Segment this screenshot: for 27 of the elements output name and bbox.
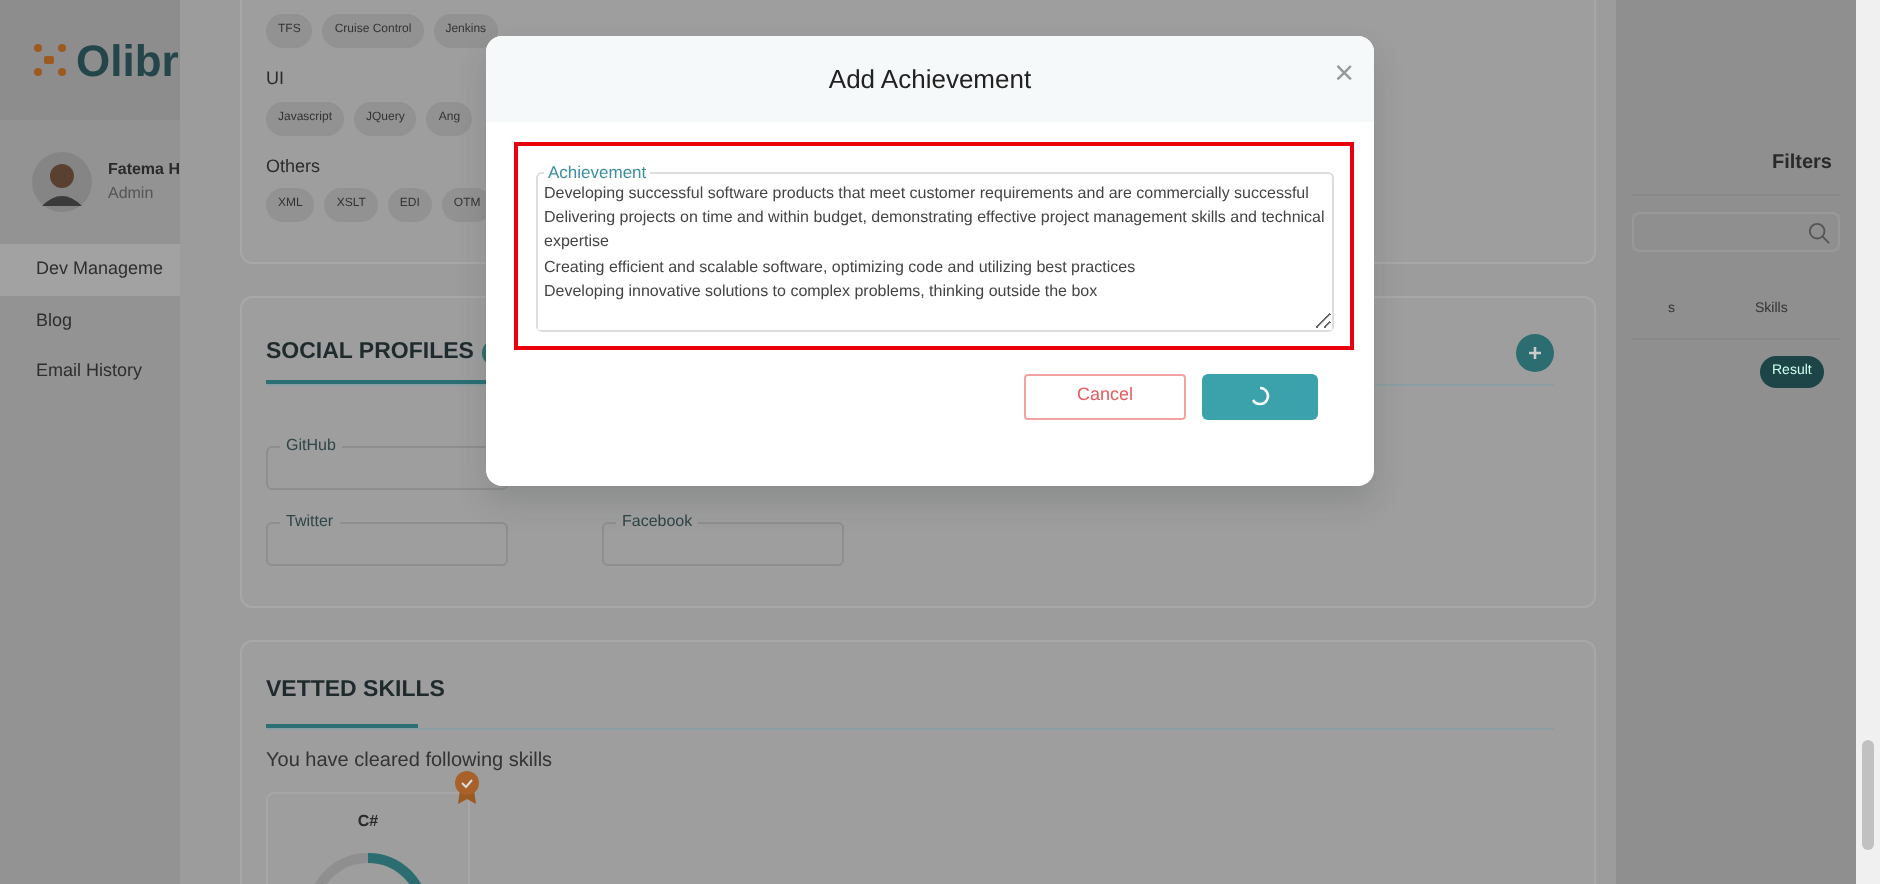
add-button[interactable] [1516, 334, 1554, 372]
search-icon [1808, 221, 1830, 243]
logo-text: Olibr [76, 33, 179, 89]
vetted-skills-note: You have cleared following skills [266, 748, 555, 777]
achievement-field[interactable]: Achievement Developing successful software products that meet customer requirements and are commercially successful Delivering projects on time and within budget, demonstrating effective project management skills and technical expertise Creating efficient and scalable software, optimizing code and utilizing best practices Developing innovative solutions to complex problems, thinking outside the box [536, 164, 1334, 331]
close-button[interactable]: × [1330, 56, 1358, 90]
user-role: Admin [107, 182, 156, 206]
section-title: SOCIAL PROFILES [266, 337, 474, 368]
save-button[interactable] [1202, 373, 1318, 419]
logo-icon [32, 42, 68, 78]
filters-title: Filters [1771, 152, 1832, 174]
user-name: Fatema H [107, 158, 180, 182]
group-title: Others [266, 153, 321, 179]
field-label: Achievement [546, 164, 649, 181]
plus-icon [1528, 346, 1542, 360]
search-field[interactable] [1632, 212, 1840, 252]
group-title: UI [266, 66, 284, 92]
avatar-icon [32, 152, 92, 212]
cancel-button[interactable]: Cancel [1024, 373, 1186, 419]
scrollbar[interactable] [1856, 0, 1880, 884]
sidebar-item[interactable]: Email History [0, 346, 180, 397]
section-title: VETTED SKILLS [266, 676, 447, 706]
sidebar-item[interactable]: Dev Manageme [0, 244, 180, 295]
sidebar-item[interactable]: Blog [0, 295, 180, 346]
dialog-title: Add Achievement [828, 61, 1032, 98]
skill-name: C# [355, 810, 381, 835]
award-icon [454, 770, 480, 807]
